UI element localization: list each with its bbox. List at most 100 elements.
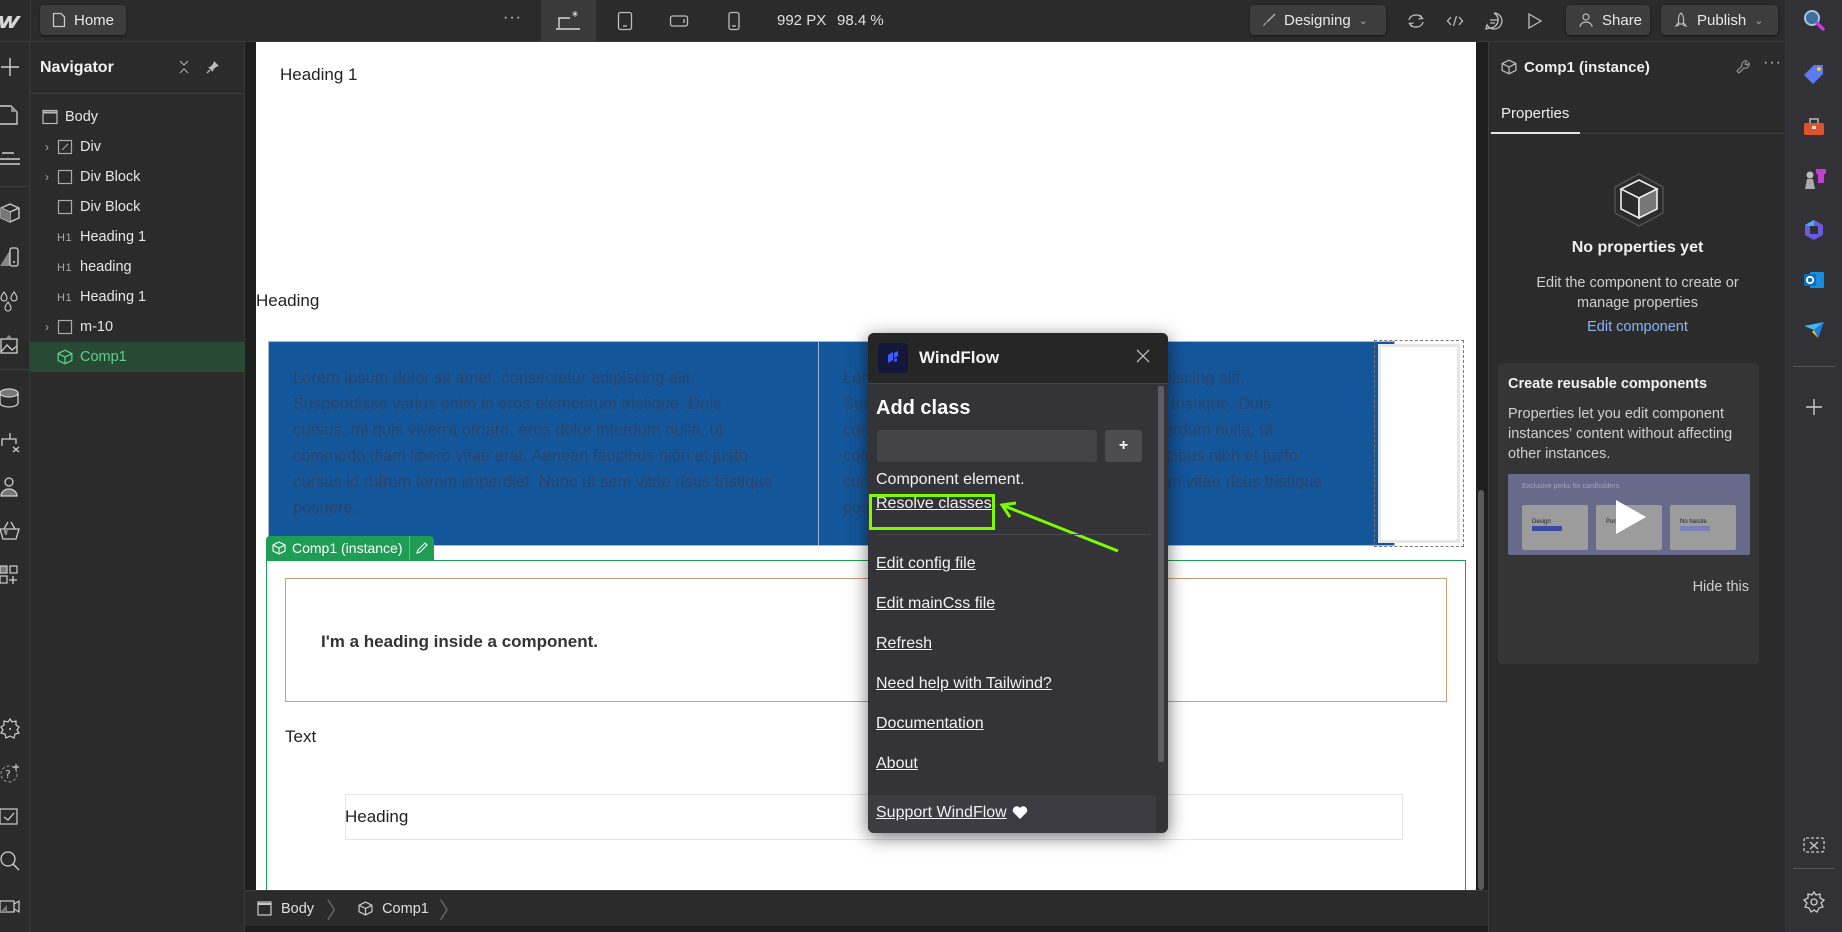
expand-chevron-icon[interactable]: › bbox=[45, 140, 55, 154]
preview-button[interactable] bbox=[1522, 8, 1548, 34]
lorem-paragraph-1[interactable]: Lorem ipsum dolor sit amet, consectetur … bbox=[293, 365, 813, 521]
share-button[interactable]: Share bbox=[1566, 5, 1650, 35]
popup-header: WindFlow bbox=[868, 333, 1168, 383]
chevron-down-icon: ⌄ bbox=[1754, 14, 1764, 27]
zoom-readout[interactable]: 98.4 % bbox=[837, 12, 884, 29]
popup-link-documentation[interactable]: Documentation bbox=[876, 715, 984, 733]
popup-scrollbar[interactable] bbox=[1158, 386, 1164, 762]
card-title: Create reusable components bbox=[1508, 376, 1708, 392]
chess-app-icon[interactable] bbox=[1802, 167, 1826, 191]
edit-component-pencil-icon[interactable] bbox=[415, 542, 428, 554]
pin-icon[interactable] bbox=[206, 60, 220, 74]
ecommerce-icon[interactable] bbox=[0, 520, 22, 542]
more-options-button[interactable]: ··· bbox=[503, 9, 522, 27]
settings-gear-icon[interactable] bbox=[0, 718, 22, 740]
tab-properties[interactable]: Properties bbox=[1501, 105, 1569, 122]
audit-check-icon[interactable] bbox=[0, 806, 22, 828]
help-ai-icon[interactable]: ? bbox=[0, 762, 22, 784]
more-options-icon[interactable]: ··· bbox=[1763, 54, 1782, 72]
canvas-scrollbar[interactable] bbox=[1478, 490, 1484, 890]
navigator-item[interactable]: Body bbox=[30, 102, 245, 132]
breakpoint-mobile-portrait-button[interactable] bbox=[721, 8, 747, 34]
close-icon[interactable] bbox=[1136, 349, 1150, 363]
comments-button[interactable] bbox=[1481, 8, 1507, 34]
search-icon[interactable] bbox=[0, 850, 22, 872]
navigator-item[interactable]: Comp1 bbox=[30, 342, 245, 372]
column-divider bbox=[818, 341, 819, 546]
add-class-button[interactable]: + bbox=[1105, 430, 1142, 462]
breadcrumb-item-body[interactable]: Body bbox=[245, 891, 326, 926]
add-elements-icon[interactable] bbox=[0, 56, 22, 78]
play-video-icon[interactable] bbox=[1614, 498, 1648, 536]
publish-button[interactable]: Publish ⌄ bbox=[1661, 5, 1778, 35]
send-app-icon[interactable] bbox=[1802, 318, 1826, 342]
users-icon[interactable] bbox=[0, 476, 22, 498]
navigator-item[interactable]: H1 heading bbox=[30, 252, 245, 282]
navigator-item[interactable]: › m-10 bbox=[30, 312, 245, 342]
cms-icon[interactable] bbox=[0, 387, 22, 409]
breadcrumb-separator-icon: 〉 bbox=[326, 897, 349, 923]
collapse-all-icon[interactable] bbox=[178, 60, 190, 74]
support-windflow-link[interactable]: Support WindFlow bbox=[876, 804, 1007, 822]
assets-icon[interactable] bbox=[0, 334, 22, 356]
select-capture-icon[interactable] bbox=[1802, 833, 1826, 857]
popup-link-edit-config-file[interactable]: Edit config file bbox=[876, 555, 976, 573]
apps-icon[interactable] bbox=[0, 564, 22, 586]
navigator-panel: Navigator Body › Div › Div Block Div Block H1 H… bbox=[30, 42, 245, 932]
navigator-item[interactable]: › Div bbox=[30, 132, 245, 162]
canvas-heading[interactable]: Heading bbox=[256, 291, 319, 311]
design-canvas[interactable]: Heading 1 Heading Lorem ipsum dolor sit … bbox=[256, 42, 1476, 890]
component-text[interactable]: Text bbox=[285, 727, 316, 747]
toolbox-app-icon[interactable] bbox=[1802, 115, 1826, 139]
tag-app-icon[interactable] bbox=[1802, 62, 1826, 86]
video-tutorials-icon[interactable] bbox=[0, 894, 22, 916]
navigator-item[interactable]: H1 Heading 1 bbox=[30, 282, 245, 312]
support-footer: Support WindFlow bbox=[868, 795, 1156, 833]
add-app-icon[interactable] bbox=[1802, 395, 1826, 419]
expand-chevron-icon[interactable]: › bbox=[45, 320, 55, 334]
navigator-item[interactable]: H1 Heading 1 bbox=[30, 222, 245, 252]
pages-icon[interactable] bbox=[0, 104, 22, 126]
component-instance-tag[interactable]: Comp1 (instance) bbox=[266, 536, 434, 560]
style-selectors-icon[interactable] bbox=[0, 246, 22, 268]
wrench-icon[interactable] bbox=[1736, 60, 1751, 75]
breadcrumb-item-comp1[interactable]: Comp1 bbox=[348, 891, 439, 926]
cube-placeholder-icon bbox=[1611, 172, 1667, 228]
canvas-width-readout[interactable]: 992 PX bbox=[777, 12, 826, 29]
search-app-icon[interactable] bbox=[1802, 8, 1826, 32]
outlook-app-icon[interactable] bbox=[1802, 268, 1826, 292]
copilot-app-icon[interactable] bbox=[1802, 218, 1826, 242]
popup-link-need-help-with-tailwind[interactable]: Need help with Tailwind? bbox=[876, 675, 1052, 693]
components-icon[interactable] bbox=[0, 202, 22, 224]
settings-gear-icon[interactable] bbox=[1802, 890, 1826, 914]
tutorial-video-thumbnail[interactable]: Exclusive perks for cardholders Design P… bbox=[1508, 474, 1750, 555]
class-name-input[interactable] bbox=[877, 430, 1097, 462]
sync-button[interactable] bbox=[1403, 8, 1429, 34]
page-switcher-button[interactable]: Home bbox=[40, 5, 127, 35]
breakpoint-tablet-button[interactable] bbox=[612, 8, 638, 34]
canvas-heading-1[interactable]: Heading 1 bbox=[280, 65, 358, 85]
divider bbox=[877, 534, 1151, 535]
breakpoint-mobile-landscape-button[interactable] bbox=[666, 8, 692, 34]
hide-this-link[interactable]: Hide this bbox=[1693, 579, 1749, 595]
breakpoint-desktop-button[interactable]: * bbox=[555, 8, 581, 34]
variables-drops-icon[interactable] bbox=[0, 290, 22, 312]
sync-icon bbox=[1406, 12, 1426, 30]
component-inner-heading[interactable]: Heading bbox=[345, 807, 408, 827]
navigator-icon[interactable] bbox=[0, 148, 22, 170]
expand-chevron-icon[interactable]: › bbox=[45, 170, 55, 184]
breadcrumb-body-label: Body bbox=[281, 900, 315, 917]
popup-link-refresh[interactable]: Refresh bbox=[876, 635, 932, 653]
webflow-logo-icon[interactable] bbox=[0, 10, 22, 32]
popup-link-about[interactable]: About bbox=[876, 755, 918, 773]
navigator-item[interactable]: Div Block bbox=[30, 192, 245, 222]
popup-link-edit-maincss-file[interactable]: Edit mainCss file bbox=[876, 595, 995, 613]
mode-designing-dropdown[interactable]: Designing ⌄ bbox=[1250, 5, 1386, 35]
component-heading-text[interactable]: I'm a heading inside a component. bbox=[321, 632, 598, 652]
code-view-button[interactable] bbox=[1442, 8, 1468, 34]
edit-component-link[interactable]: Edit component bbox=[1489, 319, 1786, 335]
navigator-item[interactable]: › Div Block bbox=[30, 162, 245, 192]
logic-flows-icon[interactable] bbox=[0, 432, 22, 454]
empty-div-block[interactable] bbox=[1374, 340, 1464, 547]
comment-icon bbox=[1484, 11, 1504, 31]
